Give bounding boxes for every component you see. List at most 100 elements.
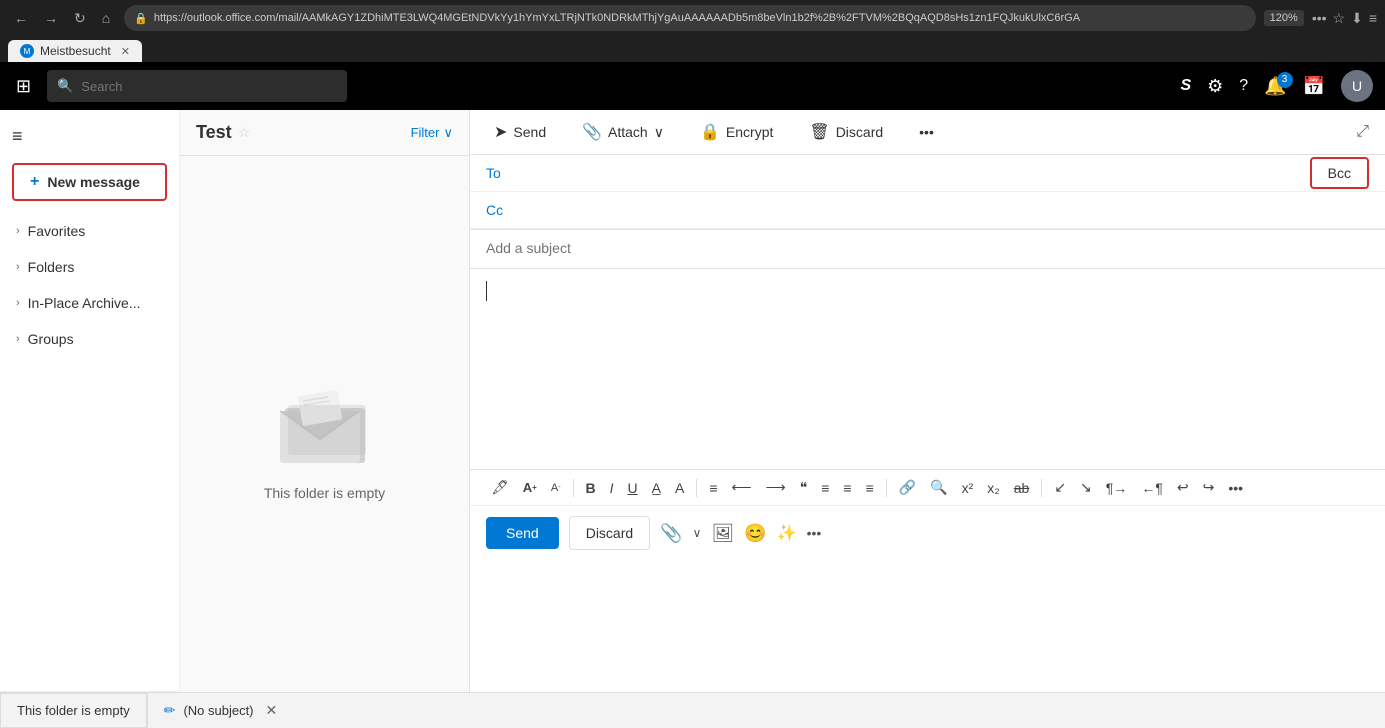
settings-icon[interactable]: ⚙ bbox=[1207, 76, 1223, 97]
highlight-button[interactable]: A̲ bbox=[647, 477, 666, 499]
ai-send-icon[interactable]: ✨ bbox=[777, 523, 797, 543]
chevron-icon: › bbox=[16, 225, 20, 237]
app-search-container: 🔍 bbox=[47, 70, 347, 102]
tab-close-icon[interactable]: ✕ bbox=[121, 45, 130, 58]
header-actions: S ⚙ ? 🔔 3 📅 U bbox=[1180, 70, 1373, 102]
image-send-icon[interactable]: 🖼 bbox=[711, 523, 734, 544]
status-no-subject[interactable]: ✏ (No subject) ✕ bbox=[147, 693, 294, 728]
empty-state: This folder is empty bbox=[264, 383, 385, 501]
cursor bbox=[486, 281, 487, 301]
active-tab[interactable]: M Meistbesucht ✕ bbox=[8, 40, 142, 62]
more-toolbar-button[interactable]: ••• bbox=[911, 120, 942, 144]
attach-chevron-send-icon[interactable]: ∨ bbox=[693, 526, 702, 540]
hamburger-button[interactable]: ≡ bbox=[1369, 10, 1377, 26]
message-list-empty: This folder is empty bbox=[180, 156, 469, 728]
align-right-button[interactable]: ≡ bbox=[838, 477, 856, 499]
bcc-button[interactable]: Bcc bbox=[1310, 157, 1369, 189]
quote-button[interactable]: ❝ bbox=[795, 476, 813, 499]
search-input[interactable] bbox=[81, 79, 337, 94]
font-size-increase-button[interactable]: A+ bbox=[518, 477, 542, 498]
refresh-button[interactable]: ↻ bbox=[68, 6, 92, 31]
star-icon[interactable]: ☆ bbox=[238, 124, 251, 141]
skype-icon[interactable]: S bbox=[1180, 77, 1191, 95]
send-toolbar-button[interactable]: ➤ Send bbox=[486, 118, 554, 146]
sidebar-item-groups[interactable]: › Groups bbox=[0, 321, 179, 357]
redo-button[interactable]: ↪ bbox=[1198, 476, 1220, 499]
attach-toolbar-button[interactable]: 📎 Attach ∨ bbox=[574, 118, 672, 146]
insert-signature-button[interactable]: ↙ bbox=[1049, 476, 1071, 499]
font-size-decrease-button[interactable]: A- bbox=[546, 479, 566, 497]
superscript-button[interactable]: x² bbox=[957, 477, 979, 499]
format-painter-button[interactable]: ↘ bbox=[1075, 476, 1097, 499]
status-close-button[interactable]: ✕ bbox=[266, 702, 278, 719]
extensions-button[interactable]: ••• bbox=[1312, 10, 1327, 26]
align-center-button[interactable]: ≡ bbox=[816, 477, 834, 499]
bookmark-button[interactable]: ☆ bbox=[1333, 10, 1346, 27]
sidebar-top: ≡ + New message bbox=[0, 110, 179, 209]
undo-button[interactable]: ↩ bbox=[1172, 476, 1194, 499]
italic-button[interactable]: I bbox=[605, 477, 619, 499]
search-replace-button[interactable]: 🔍 bbox=[925, 476, 952, 499]
discard-button[interactable]: Discard bbox=[569, 516, 650, 550]
to-label: To bbox=[486, 165, 516, 181]
app-grid-icon[interactable]: ⊞ bbox=[12, 72, 35, 101]
encrypt-toolbar-label: Encrypt bbox=[726, 124, 773, 140]
align-left-button[interactable]: ≡ bbox=[704, 477, 722, 499]
more-icon: ••• bbox=[919, 124, 934, 140]
format-clear-button[interactable]: 🖋 bbox=[486, 476, 514, 499]
help-icon[interactable]: ? bbox=[1239, 77, 1248, 95]
justify-button[interactable]: ≡ bbox=[861, 477, 879, 499]
send-button[interactable]: Send bbox=[486, 517, 559, 549]
subject-input[interactable] bbox=[486, 240, 1369, 256]
user-avatar[interactable]: U bbox=[1341, 70, 1373, 102]
filter-button[interactable]: Filter ∨ bbox=[411, 125, 453, 141]
underline-button[interactable]: U bbox=[623, 477, 643, 499]
sidebar-item-label: Folders bbox=[28, 259, 163, 275]
discard-toolbar-button[interactable]: 🗑 Discard bbox=[801, 118, 891, 146]
bold-button[interactable]: B bbox=[581, 477, 601, 499]
more-formatting-button[interactable]: ••• bbox=[1223, 477, 1248, 499]
calendar-icon[interactable]: 📅 bbox=[1303, 76, 1325, 97]
compose-send-bar: Send Discard 📎 ∨ 🖼 😊 ✨ ••• bbox=[470, 505, 1385, 560]
empty-envelope-illustration bbox=[270, 383, 380, 473]
status-no-subject-text: (No subject) bbox=[183, 703, 253, 718]
indent-button[interactable]: ⟶ bbox=[761, 476, 791, 499]
home-button[interactable]: ⌂ bbox=[96, 6, 116, 30]
font-color-button[interactable]: A bbox=[670, 477, 689, 499]
app-header: ⊞ 🔍 S ⚙ ? 🔔 3 📅 U bbox=[0, 62, 1385, 110]
outdent-button[interactable]: ⟵ bbox=[727, 476, 757, 499]
status-bar: This folder is empty ✏ (No subject) ✕ bbox=[0, 692, 1385, 728]
rtl-button[interactable]: ←¶ bbox=[1136, 477, 1168, 499]
new-message-button[interactable]: + New message bbox=[12, 163, 167, 201]
chevron-icon: › bbox=[16, 333, 20, 345]
forward-button[interactable]: → bbox=[38, 6, 64, 30]
subscript-button[interactable]: x₂ bbox=[982, 477, 1004, 499]
strikethrough-button[interactable]: ab bbox=[1009, 477, 1035, 499]
compose-body-area[interactable] bbox=[470, 269, 1385, 469]
zoom-level: 120% bbox=[1264, 10, 1304, 26]
notification-bell-icon[interactable]: 🔔 3 bbox=[1264, 76, 1286, 97]
download-button[interactable]: ⬇ bbox=[1351, 10, 1363, 27]
cc-input[interactable] bbox=[516, 202, 1369, 218]
emoji-send-icon[interactable]: 😊 bbox=[744, 523, 766, 544]
to-input[interactable] bbox=[516, 165, 1369, 181]
sidebar-item-folders[interactable]: › Folders bbox=[0, 249, 179, 285]
status-folder-empty[interactable]: This folder is empty bbox=[0, 693, 147, 728]
compose-fields: To Bcc Cc bbox=[470, 155, 1385, 230]
more-send-icon[interactable]: ••• bbox=[807, 525, 822, 541]
menu-icon[interactable]: ≡ bbox=[12, 126, 23, 147]
address-bar[interactable]: 🔒 https://outlook.office.com/mail/AAMkAG… bbox=[124, 5, 1255, 31]
attach-toolbar-label: Attach bbox=[608, 124, 648, 140]
sidebar-item-archive[interactable]: › In-Place Archive... bbox=[0, 285, 179, 321]
back-button[interactable]: ← bbox=[8, 6, 34, 30]
link-button[interactable]: 🔗 bbox=[894, 476, 921, 499]
folder-title: Test bbox=[196, 122, 232, 143]
sidebar-item-favorites[interactable]: › Favorites bbox=[0, 213, 179, 249]
main-layout: ≡ + New message › Favorites › Folders › … bbox=[0, 110, 1385, 728]
encrypt-toolbar-button[interactable]: 🔒 Encrypt bbox=[692, 118, 781, 146]
new-message-label: New message bbox=[47, 174, 140, 190]
ltr-button[interactable]: ¶→ bbox=[1101, 477, 1133, 499]
filter-label: Filter bbox=[411, 125, 440, 140]
expand-compose-button[interactable]: ⤢ bbox=[1356, 123, 1369, 141]
attach-send-icon[interactable]: 📎 bbox=[660, 523, 682, 544]
